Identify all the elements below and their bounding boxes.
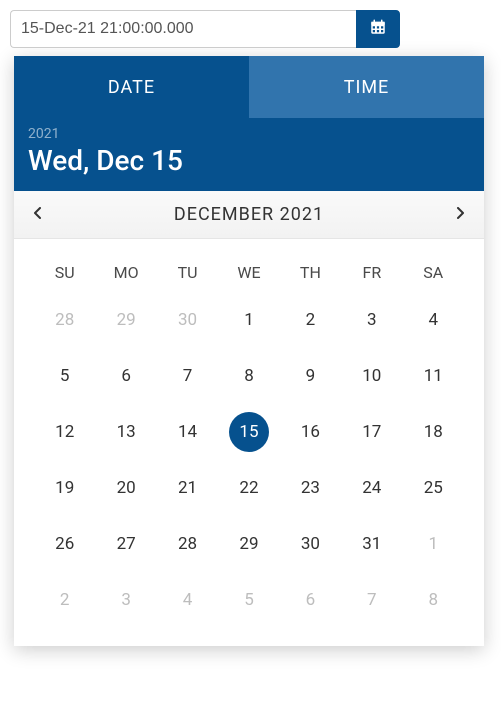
calendar-day[interactable]: 3: [95, 572, 156, 628]
calendar-day[interactable]: 15: [218, 404, 279, 460]
calendar-day[interactable]: 16: [280, 404, 341, 460]
picker-header: 2021 Wed, Dec 15: [14, 118, 484, 191]
header-date[interactable]: Wed, Dec 15: [28, 144, 470, 177]
calendar-icon: [369, 18, 387, 40]
calendar-day[interactable]: 1: [403, 516, 464, 572]
calendar-day[interactable]: 11: [403, 348, 464, 404]
calendar-grid-wrap: SUMOTUWETHFRSA 2829301234567891011121314…: [14, 239, 484, 646]
calendar-day[interactable]: 4: [157, 572, 218, 628]
calendar-day[interactable]: 3: [341, 292, 402, 348]
weekday-header: MO: [95, 253, 156, 292]
calendar-day[interactable]: 23: [280, 460, 341, 516]
calendar-day[interactable]: 12: [34, 404, 95, 460]
calendar-day[interactable]: 13: [95, 404, 156, 460]
calendar-day[interactable]: 22: [218, 460, 279, 516]
month-nav: DECEMBER 2021: [14, 191, 484, 239]
calendar-day[interactable]: 26: [34, 516, 95, 572]
weekday-header: WE: [218, 253, 279, 292]
calendar-grid: SUMOTUWETHFRSA 2829301234567891011121314…: [34, 253, 464, 628]
calendar-day[interactable]: 8: [403, 572, 464, 628]
calendar-day[interactable]: 4: [403, 292, 464, 348]
calendar-day[interactable]: 7: [341, 572, 402, 628]
calendar-day[interactable]: 25: [403, 460, 464, 516]
calendar-day[interactable]: 28: [157, 516, 218, 572]
calendar-day[interactable]: 24: [341, 460, 402, 516]
calendar-day[interactable]: 2: [34, 572, 95, 628]
weekday-header: FR: [341, 253, 402, 292]
tab-date[interactable]: DATE: [14, 56, 249, 118]
prev-month-button[interactable]: [14, 207, 62, 223]
calendar-day[interactable]: 29: [95, 292, 156, 348]
calendar-day[interactable]: 5: [34, 348, 95, 404]
chevron-right-icon: [455, 207, 465, 223]
calendar-day[interactable]: 1: [218, 292, 279, 348]
calendar-day[interactable]: 30: [157, 292, 218, 348]
calendar-day[interactable]: 30: [280, 516, 341, 572]
calendar-day[interactable]: 19: [34, 460, 95, 516]
calendar-day[interactable]: 29: [218, 516, 279, 572]
weekday-header: TU: [157, 253, 218, 292]
calendar-day[interactable]: 2: [280, 292, 341, 348]
chevron-left-icon: [33, 207, 43, 223]
calendar-day[interactable]: 14: [157, 404, 218, 460]
picker-tabs: DATE TIME: [14, 56, 484, 118]
calendar-day[interactable]: 6: [280, 572, 341, 628]
calendar-day[interactable]: 31: [341, 516, 402, 572]
next-month-button[interactable]: [436, 207, 484, 223]
tab-time[interactable]: TIME: [249, 56, 484, 118]
calendar-day[interactable]: 10: [341, 348, 402, 404]
calendar-day[interactable]: 7: [157, 348, 218, 404]
calendar-day[interactable]: 17: [341, 404, 402, 460]
datetime-input[interactable]: [10, 10, 356, 48]
calendar-day[interactable]: 21: [157, 460, 218, 516]
datetime-picker: DATE TIME 2021 Wed, Dec 15 DECEMBER 2021…: [14, 56, 484, 646]
month-label[interactable]: DECEMBER 2021: [62, 204, 436, 225]
calendar-day[interactable]: 8: [218, 348, 279, 404]
datetime-input-group: [10, 10, 400, 48]
header-year[interactable]: 2021: [28, 126, 470, 142]
weekday-header: SU: [34, 253, 95, 292]
calendar-day[interactable]: 20: [95, 460, 156, 516]
calendar-day[interactable]: 18: [403, 404, 464, 460]
calendar-day[interactable]: 9: [280, 348, 341, 404]
weekday-header: SA: [403, 253, 464, 292]
calendar-day[interactable]: 6: [95, 348, 156, 404]
calendar-day[interactable]: 5: [218, 572, 279, 628]
open-calendar-button[interactable]: [356, 10, 400, 48]
calendar-day[interactable]: 28: [34, 292, 95, 348]
calendar-day[interactable]: 27: [95, 516, 156, 572]
weekday-header: TH: [280, 253, 341, 292]
